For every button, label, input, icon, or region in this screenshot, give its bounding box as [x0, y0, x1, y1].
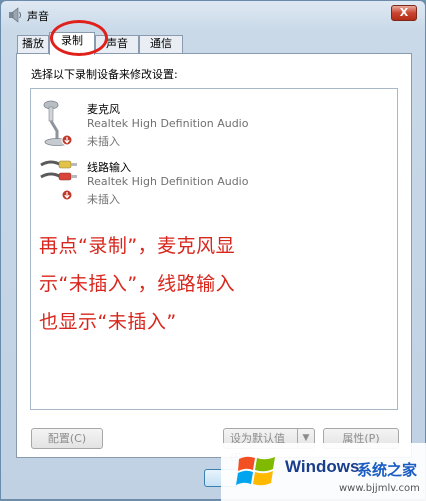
speaker-icon: [9, 7, 21, 23]
sound-dialog: 声音 X 播放 录制 声音 通信 选择以下录制设备来修改设置: 麦克风 Real…: [0, 0, 426, 501]
watermark-brand: Windows: [285, 457, 360, 476]
annotation-line: 示“未插入”，线路输入: [39, 273, 236, 295]
microphone-icon: [43, 100, 73, 146]
line-in-icon: [40, 160, 77, 201]
list-item[interactable]: 麦克风 Realtek High Definition Audio 未插入: [31, 95, 397, 151]
device-name: 线路输入: [87, 161, 131, 174]
windows-logo-icon: [236, 456, 275, 486]
list-item[interactable]: 线路输入 Realtek High Definition Audio 未插入: [31, 153, 397, 209]
device-status: 未插入: [87, 193, 120, 206]
device-name: 麦克风: [87, 103, 120, 116]
window-title: 声音: [27, 10, 49, 23]
device-driver: Realtek High Definition Audio: [87, 175, 249, 188]
annotation-line: 也显示“未插入”: [39, 311, 177, 333]
configure-button[interactable]: 配置(C): [31, 428, 103, 449]
instruction-text: 选择以下录制设备来修改设置:: [31, 68, 178, 81]
annotation-line: 再点“录制”，麦克风显: [39, 235, 236, 257]
device-status: 未插入: [87, 135, 120, 148]
watermark-url: www.bjjmlv.com: [339, 483, 420, 494]
watermark-cn: 系统之家: [357, 461, 418, 479]
tab-playback[interactable]: 播放: [17, 35, 49, 53]
watermark: Windows 系统之家 www.bjjmlv.com: [221, 443, 426, 501]
close-button[interactable]: X: [391, 5, 417, 21]
device-driver: Realtek High Definition Audio: [87, 117, 249, 130]
highlight-circle: [50, 20, 108, 56]
tab-communications[interactable]: 通信: [139, 35, 183, 53]
